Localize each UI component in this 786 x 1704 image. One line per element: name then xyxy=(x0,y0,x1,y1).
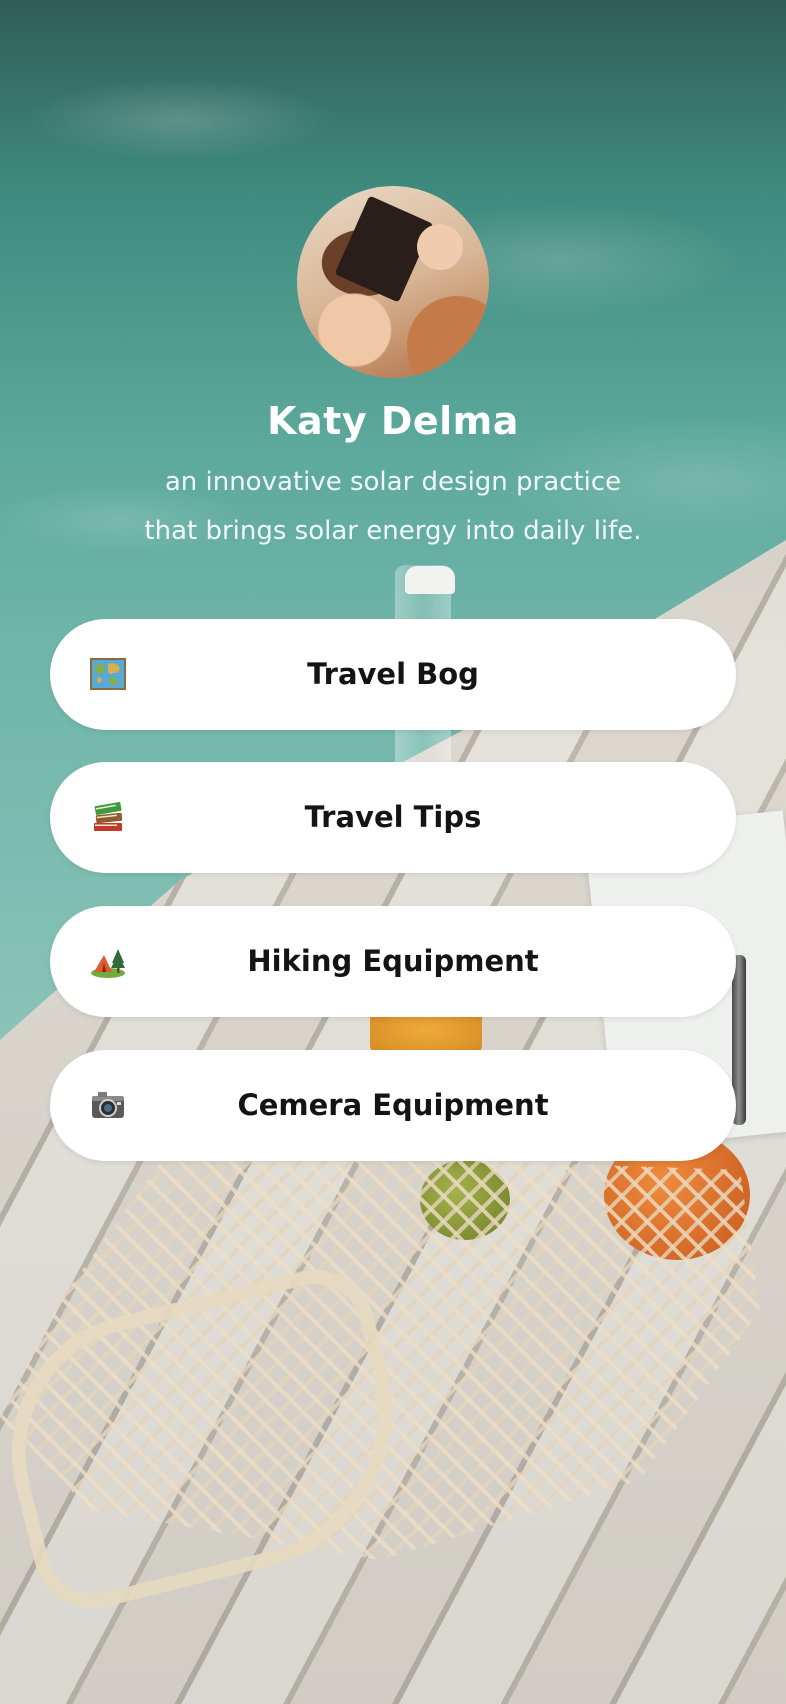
link-hiking-equipment[interactable]: Hiking Equipment xyxy=(50,906,736,1017)
link-label: Travel Bog xyxy=(307,657,479,691)
link-label: Travel Tips xyxy=(304,800,482,834)
profile-name: Katy Delma xyxy=(267,399,519,443)
bio-line-2: that brings solar energy into daily life… xyxy=(144,516,642,546)
profile-content: Katy Delma an innovative solar design pr… xyxy=(0,0,786,1704)
link-label: Cemera Equipment xyxy=(237,1088,549,1122)
avatar xyxy=(297,186,489,378)
bio-line-1: an innovative solar design practice xyxy=(164,467,622,497)
link-travel-tips[interactable]: Travel Tips xyxy=(50,762,736,873)
profile-page: Katy Delma an innovative solar design pr… xyxy=(0,0,786,1704)
link-label: Hiking Equipment xyxy=(247,944,539,978)
link-camera-equipment[interactable]: Cemera Equipment xyxy=(50,1050,736,1161)
link-travel-blog[interactable]: Travel Bog xyxy=(50,619,736,730)
profile-bio: an innovative solar design practice that… xyxy=(93,458,693,556)
